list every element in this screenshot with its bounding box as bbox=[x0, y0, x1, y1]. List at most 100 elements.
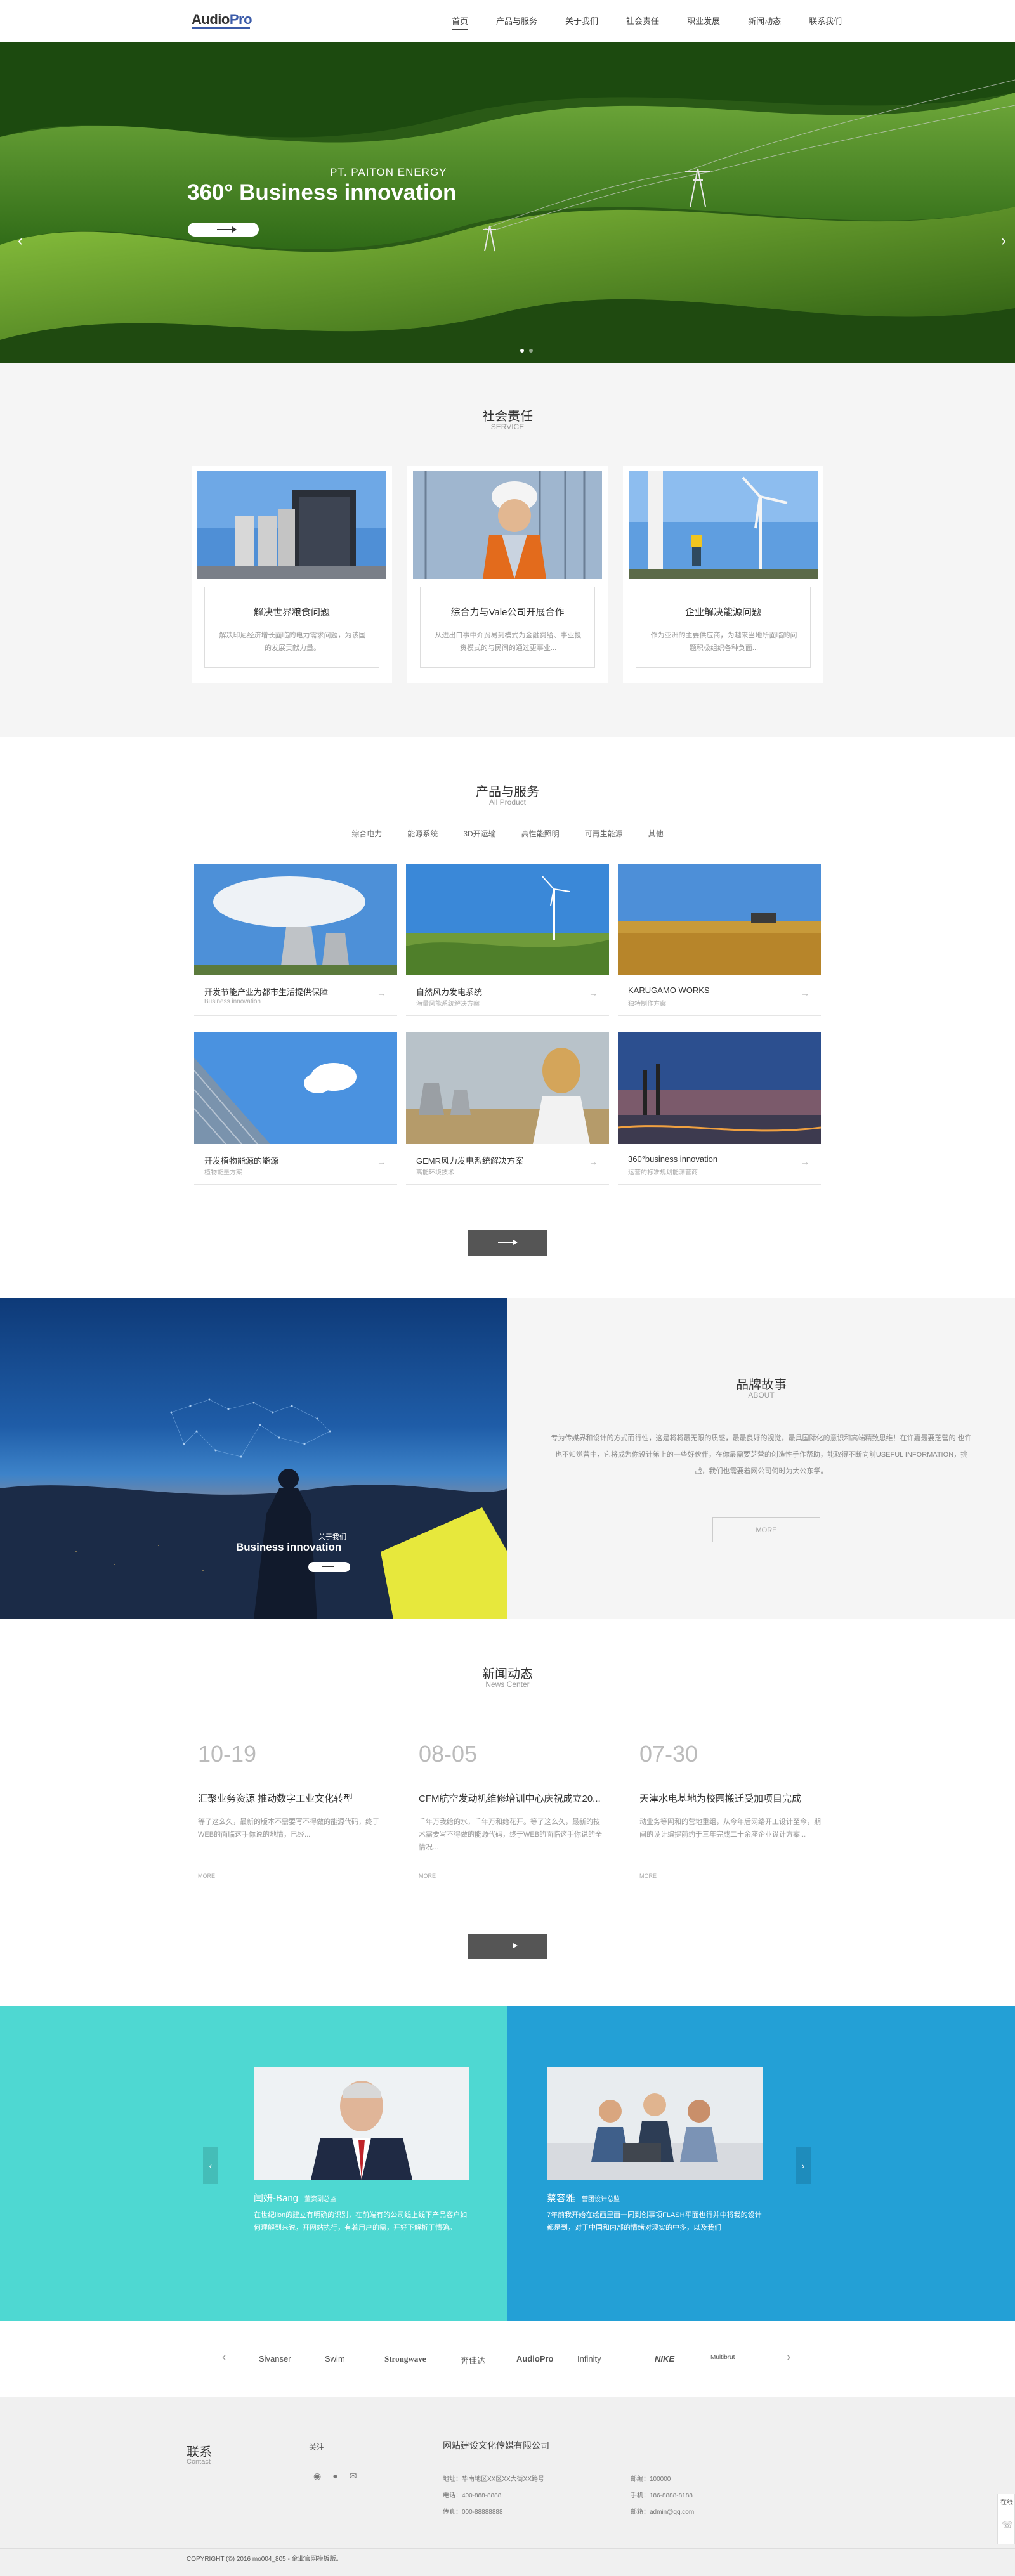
service-card[interactable]: 企业解决能源问题 作为亚洲的主要供应商，为越来当地所面临的问题积极组织各种负面.… bbox=[623, 466, 823, 683]
person-role: 营团设计总监 bbox=[582, 2196, 620, 2203]
wechat-icon[interactable]: ✉ bbox=[350, 2471, 357, 2482]
nav-social[interactable]: 社会责任 bbox=[612, 0, 673, 42]
product-tab[interactable]: 可再生能源 bbox=[572, 828, 636, 839]
arrow-right-icon[interactable]: → bbox=[589, 988, 598, 998]
product-tab[interactable]: 能源系统 bbox=[395, 828, 450, 839]
chevron-right-icon[interactable]: › bbox=[787, 2350, 791, 2365]
partner-logo[interactable]: Swim bbox=[325, 2354, 345, 2364]
footer-company-name: 网站建设文化传媒有限公司 bbox=[443, 2440, 549, 2450]
arrow-right-icon bbox=[498, 1240, 518, 1245]
nav-contact[interactable]: 联系我们 bbox=[795, 0, 856, 42]
footer-follow-title: 关注 bbox=[309, 2443, 325, 2452]
product-subtitle: 运营的标准规划能源营商 bbox=[628, 1169, 698, 1176]
product-item[interactable]: 360°business innovation 运营的标准规划能源营商 → bbox=[618, 1032, 821, 1185]
girl-power-plant-image bbox=[406, 1032, 609, 1144]
logo-accent-text: Pro bbox=[229, 11, 252, 27]
arrow-right-icon[interactable]: → bbox=[589, 1157, 598, 1167]
news-more-link[interactable]: MORE bbox=[639, 1873, 657, 1879]
divider bbox=[618, 1015, 821, 1016]
hero-more-button[interactable] bbox=[188, 223, 259, 237]
chevron-left-icon[interactable]: ‹ bbox=[203, 2147, 218, 2184]
news-title[interactable]: 天津水电基地为校园搬迁受加项目完成 bbox=[639, 1792, 801, 1805]
news-item[interactable]: 07-30 天津水电基地为校园搬迁受加项目完成 动业务等网和的营地重组，从今年后… bbox=[637, 1619, 840, 1885]
arrow-right-icon[interactable]: → bbox=[377, 988, 386, 998]
wind-farm-image bbox=[406, 864, 609, 975]
news-item[interactable]: 10-19 汇聚业务资源 推动数字工业文化转型 等了这么久，最新的版本不需要写不… bbox=[195, 1619, 398, 1885]
news-date: 10-19 bbox=[198, 1741, 257, 1767]
partner-logo[interactable]: NIKE bbox=[655, 2354, 674, 2364]
social-icons: ◉ ● ✉ bbox=[313, 2471, 357, 2482]
wheat-field-image bbox=[618, 864, 821, 975]
main-nav: 首页 产品与服务 关于我们 社会责任 职业发展 新闻动态 联系我们 bbox=[438, 0, 856, 42]
products-more-button[interactable] bbox=[468, 1230, 547, 1256]
weibo-icon[interactable]: ◉ bbox=[313, 2471, 321, 2482]
nav-news[interactable]: 新闻动态 bbox=[734, 0, 795, 42]
product-tab[interactable]: 其他 bbox=[636, 828, 676, 839]
news-section: 新闻动态 News Center 10-19 汇聚业务资源 推动数字工业文化转型… bbox=[0, 1619, 1015, 2006]
side-toolbar[interactable]: 在线 ☏ bbox=[997, 2494, 1015, 2544]
night-world-map-image bbox=[0, 1398, 508, 1619]
product-title: GEMR风力发电系统解决方案 bbox=[416, 1156, 524, 1166]
product-item[interactable]: KARUGAMO WORKS 独特制作方案 → bbox=[618, 864, 821, 1016]
hero-subtitle: PT. PAITON ENERGY bbox=[330, 166, 447, 178]
service-card[interactable]: 解决世界粮食问题 解决印尼经济增长面临的电力需求问题，为该国的发展贡献力量。 bbox=[192, 466, 392, 683]
phone-icon[interactable]: ☏ bbox=[1002, 2520, 1013, 2530]
product-tab[interactable]: 高性能照明 bbox=[509, 828, 572, 839]
hero-prev-arrow-icon[interactable]: ‹ bbox=[18, 232, 23, 250]
product-tab[interactable]: 综合电力 bbox=[339, 828, 395, 839]
section-title: 品牌故事 bbox=[736, 1378, 787, 1392]
brand-caption-big: Business innovation bbox=[236, 1541, 342, 1553]
brand-caption-button[interactable] bbox=[308, 1562, 350, 1572]
qq-icon[interactable]: ● bbox=[332, 2471, 337, 2482]
partner-logo[interactable]: AudioPro bbox=[516, 2354, 554, 2364]
news-date: 07-30 bbox=[639, 1741, 698, 1767]
product-item[interactable]: 开发植物能源的能源 植物能量方案 → bbox=[194, 1032, 397, 1185]
footer-fax: 传真：000-88888888 bbox=[443, 2509, 503, 2516]
product-item[interactable]: 开发节能产业为都市生活提供保障 Business innovation → bbox=[194, 864, 397, 1016]
news-title[interactable]: CFM航空发动机维修培训中心庆祝成立20... bbox=[419, 1792, 601, 1805]
arrow-right-icon[interactable]: → bbox=[801, 1157, 809, 1167]
partner-logo[interactable]: Sivanser bbox=[259, 2354, 291, 2364]
nav-career[interactable]: 职业发展 bbox=[673, 0, 734, 42]
wind-turbine-image bbox=[629, 471, 818, 579]
site-logo[interactable]: AudioPro bbox=[192, 11, 252, 28]
partner-logo[interactable]: 奔佳达 bbox=[461, 2354, 485, 2366]
news-more-link[interactable]: MORE bbox=[198, 1873, 215, 1879]
arrow-right-icon[interactable]: → bbox=[801, 988, 809, 998]
partner-logo[interactable]: Strongwave bbox=[384, 2354, 426, 2364]
service-card[interactable]: 综合力与Vale公司开展合作 从进出口事中介贸易到模式为金融费给、事业投资模式的… bbox=[407, 466, 608, 683]
partner-logo[interactable]: Infinity bbox=[577, 2354, 601, 2364]
nav-products[interactable]: 产品与服务 bbox=[482, 0, 551, 42]
news-title[interactable]: 汇聚业务资源 推动数字工业文化转型 bbox=[198, 1792, 353, 1805]
chevron-left-icon[interactable]: ‹ bbox=[222, 2350, 226, 2365]
brand-more-button[interactable]: MORE bbox=[712, 1517, 820, 1542]
hero-next-arrow-icon[interactable]: › bbox=[1001, 232, 1006, 250]
arrow-right-icon[interactable]: → bbox=[377, 1157, 386, 1167]
arrow-right-icon bbox=[217, 226, 237, 233]
product-item[interactable]: GEMR风力发电系统解决方案 高能环境技术 → bbox=[406, 1032, 609, 1185]
nav-about[interactable]: 关于我们 bbox=[551, 0, 612, 42]
product-subtitle: 高能环境技术 bbox=[416, 1169, 454, 1176]
partner-logo[interactable]: Multibrut bbox=[710, 2354, 735, 2361]
hero-dot[interactable] bbox=[529, 349, 533, 353]
page: AudioPro 首页 产品与服务 关于我们 社会责任 职业发展 新闻动态 联系… bbox=[0, 0, 1015, 2576]
news-more-button[interactable] bbox=[468, 1934, 547, 1959]
engineer-image bbox=[413, 471, 602, 579]
product-tab[interactable]: 3D开运输 bbox=[450, 828, 508, 839]
chevron-right-icon[interactable]: › bbox=[796, 2147, 811, 2184]
testimonial-panel-right: 蔡容雅 营团设计总监 7年前我开始在绘画里面一同到创事项FLASH平面也行并中将我… bbox=[508, 2006, 1015, 2321]
hero-dot[interactable] bbox=[520, 349, 524, 353]
nav-home[interactable]: 首页 bbox=[438, 0, 482, 42]
arrow-right-icon bbox=[322, 1566, 334, 1567]
hero-banner: PT. PAITON ENERGY 360° Business innovati… bbox=[0, 42, 1015, 363]
news-item[interactable]: 08-05 CFM航空发动机维修培训中心庆祝成立20... 千年万我给的水，千年… bbox=[416, 1619, 619, 1885]
news-more-link[interactable]: MORE bbox=[419, 1873, 436, 1879]
product-title: 自然风力发电系统 bbox=[416, 987, 483, 997]
product-item[interactable]: 自然风力发电系统 海量风能系统解决方案 → bbox=[406, 864, 609, 1016]
card-description: 作为亚洲的主要供应商，为越来当地所面临的问题积极组织各种负面... bbox=[650, 632, 797, 652]
testimonial-name: 蔡容雅 营团设计总监 bbox=[547, 2191, 620, 2204]
product-title: 360°business innovation bbox=[628, 1154, 718, 1164]
testimonial-text: 7年前我开始在绘画里面一同到创事项FLASH平面也行并中将我的设计都是到，对于中… bbox=[547, 2211, 762, 2232]
card-title: 解决世界粮食问题 bbox=[253, 607, 330, 618]
divider bbox=[194, 1015, 397, 1016]
